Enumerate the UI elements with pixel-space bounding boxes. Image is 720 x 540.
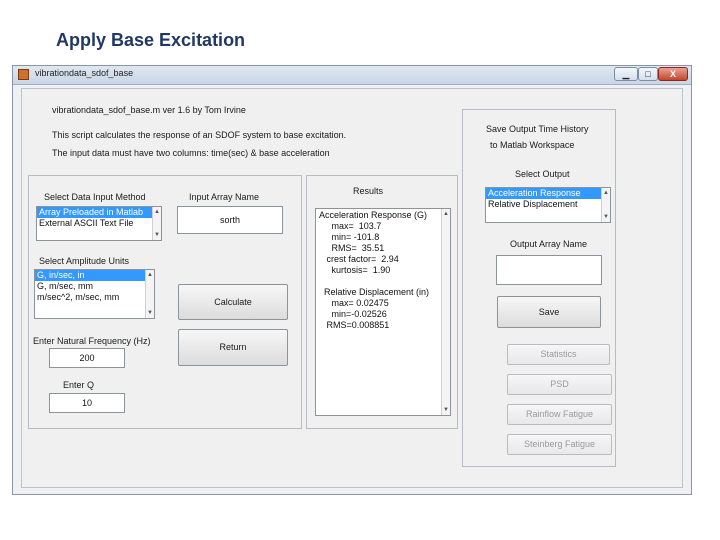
maximize-button[interactable]: □	[638, 67, 658, 81]
list-item[interactable]: G, m/sec, mm	[35, 281, 154, 292]
results-line: Acceleration Response (G)	[319, 210, 428, 220]
scroll-up-icon[interactable]: ▲	[154, 209, 160, 215]
header-version-text: vibrationdata_sdof_base.m ver 1.6 by Tom…	[52, 105, 246, 115]
input-panel: Select Data Input Method Array Preloaded…	[28, 175, 302, 429]
natural-frequency-label: Enter Natural Frequency (Hz)	[33, 336, 151, 346]
steinberg-fatigue-button[interactable]: Steinberg Fatigue	[507, 434, 612, 455]
results-scrollbar[interactable]: ▲ ▼	[441, 209, 450, 415]
results-panel: Results Acceleration Response (G) max= 1…	[306, 175, 458, 429]
scroll-down-icon[interactable]: ▼	[147, 310, 153, 316]
results-line: Relative Displacement (in)	[319, 287, 430, 297]
results-label: Results	[353, 186, 384, 196]
scroll-up-icon[interactable]: ▲	[147, 272, 153, 278]
header-input-format-text: The input data must have two columns: ti…	[52, 148, 330, 158]
psd-button[interactable]: PSD	[507, 374, 612, 395]
return-button[interactable]: Return	[178, 329, 288, 366]
input-method-listbox[interactable]: Array Preloaded in Matlab External ASCII…	[36, 206, 162, 241]
window-title: vibrationdata_sdof_base	[35, 68, 134, 78]
output-array-name-label: Output Array Name	[510, 239, 588, 249]
listbox-scrollbar[interactable]: ▲ ▼	[152, 207, 161, 240]
results-line: min=-0.02526	[319, 309, 387, 319]
damping-q-label: Enter Q	[63, 380, 95, 390]
window-titlebar[interactable]: vibrationdata_sdof_base ▁ □ X	[13, 66, 691, 85]
save-heading-line1: Save Output Time History	[486, 124, 589, 134]
save-button[interactable]: Save	[497, 296, 601, 328]
input-array-field[interactable]: sorth	[177, 206, 283, 234]
results-line: max= 103.7	[319, 221, 382, 231]
output-select-listbox[interactable]: Acceleration Response Relative Displacem…	[485, 187, 611, 223]
input-method-label: Select Data Input Method	[44, 192, 146, 202]
close-button[interactable]: X	[658, 67, 688, 81]
damping-q-field[interactable]: 10	[49, 393, 125, 413]
rainflow-fatigue-button[interactable]: Rainflow Fatigue	[507, 404, 612, 425]
header-description-text: This script calculates the response of a…	[52, 130, 347, 140]
figure-client-area: vibrationdata_sdof_base.m ver 1.6 by Tom…	[21, 88, 683, 488]
slide-title: Apply Base Excitation	[56, 30, 246, 50]
natural-frequency-field[interactable]: 200	[49, 348, 125, 368]
list-item[interactable]: G, in/sec, in	[35, 270, 154, 281]
list-item[interactable]: External ASCII Text File	[37, 218, 161, 229]
scroll-down-icon[interactable]: ▼	[154, 232, 160, 238]
list-item[interactable]: Array Preloaded in Matlab	[37, 207, 161, 218]
list-item[interactable]: Relative Displacement	[486, 199, 610, 210]
results-line: kurtosis= 1.90	[319, 265, 391, 275]
results-line	[319, 276, 450, 287]
scroll-up-icon[interactable]: ▲	[443, 211, 449, 217]
results-line: min= -101.8	[319, 232, 380, 242]
app-window: vibrationdata_sdof_base ▁ □ X vibrationd…	[12, 65, 692, 495]
minimize-button[interactable]: ▁	[614, 67, 638, 81]
input-array-label: Input Array Name	[189, 192, 260, 202]
listbox-scrollbar[interactable]: ▲ ▼	[601, 188, 610, 222]
results-line: crest factor= 2.94	[319, 254, 399, 264]
list-item[interactable]: Acceleration Response	[486, 188, 610, 199]
scroll-up-icon[interactable]: ▲	[603, 190, 609, 196]
results-line: RMS=0.008851	[319, 320, 390, 330]
save-heading-line2: to Matlab Workspace	[490, 140, 575, 150]
results-line: max= 0.02475	[319, 298, 389, 308]
calculate-button[interactable]: Calculate	[178, 284, 288, 320]
results-line: RMS= 35.51	[319, 243, 385, 253]
scroll-down-icon[interactable]: ▼	[443, 407, 449, 413]
scroll-down-icon[interactable]: ▼	[603, 214, 609, 220]
list-item[interactable]: m/sec^2, m/sec, mm	[35, 292, 154, 303]
statistics-button[interactable]: Statistics	[507, 344, 610, 365]
select-output-label: Select Output	[515, 169, 570, 179]
matlab-figure-icon	[18, 69, 29, 80]
listbox-scrollbar[interactable]: ▲ ▼	[145, 270, 154, 318]
amplitude-units-listbox[interactable]: G, in/sec, in G, m/sec, mm m/sec^2, m/se…	[34, 269, 155, 319]
results-textbox[interactable]: Acceleration Response (G) max= 103.7 min…	[315, 208, 451, 416]
amplitude-units-label: Select Amplitude Units	[39, 256, 130, 266]
output-array-name-field[interactable]	[496, 255, 602, 285]
